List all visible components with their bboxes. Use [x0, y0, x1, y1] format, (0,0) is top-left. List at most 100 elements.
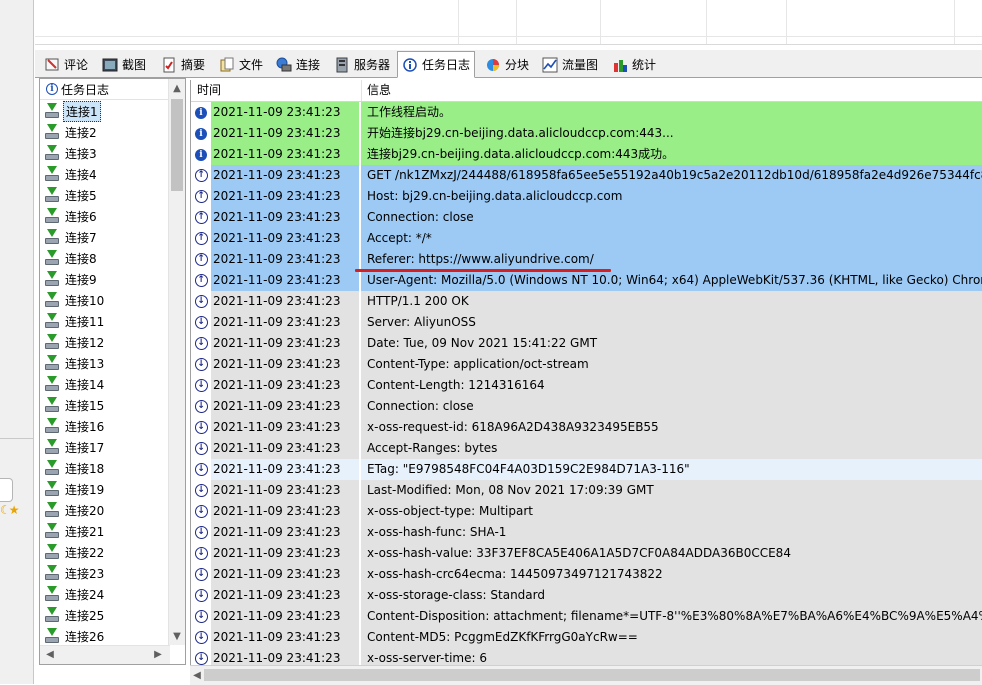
table-row[interactable]: ↓ 2021-11-09 23:41:23 Content-MD5: PcggmEd… — [191, 627, 982, 648]
left-pane-control[interactable] — [0, 478, 13, 502]
tree-item-connection[interactable]: 连接18 — [44, 458, 106, 478]
tree-item-connection[interactable]: 连接22 — [44, 542, 106, 562]
tree-item-label: 连接23 — [65, 566, 105, 581]
tree-header[interactable]: i 任务日志 — [40, 79, 185, 100]
row-icon-cell: ↑ — [191, 207, 211, 228]
tree-item-connection[interactable]: 连接26 — [44, 626, 106, 646]
tab-label: 评论 — [64, 58, 89, 72]
scrollbar-thumb[interactable] — [171, 99, 183, 191]
tree-item-connection[interactable]: 连接16 — [44, 416, 106, 436]
tree-vertical-scrollbar[interactable]: ▲ ▼ — [168, 79, 185, 645]
tab-servers[interactable]: 服务器 — [329, 53, 395, 76]
tree-item-connection[interactable]: 连接14 — [44, 374, 106, 394]
tree-item-connection[interactable]: 连接21 — [44, 521, 106, 541]
message-cell: Date: Tue, 09 Nov 2021 15:41:22 GMT — [361, 333, 982, 354]
message-cell: x-oss-storage-class: Standard — [361, 585, 982, 606]
scroll-right-icon[interactable]: ▶ — [150, 646, 166, 664]
table-row[interactable]: ↓ 2021-11-09 23:41:23 Date: Tue, 09 Nov 20… — [191, 333, 982, 354]
table-row[interactable]: i 2021-11-09 23:41:23 工作线程启动。 — [191, 102, 982, 123]
table-row[interactable]: i 2021-11-09 23:41:23 开始连接bj29.cn-beijing.… — [191, 123, 982, 144]
table-row[interactable]: i 2021-11-09 23:41:23 连接bj29.cn-beijing.da… — [191, 144, 982, 165]
tree-item-connection[interactable]: 连接1 — [44, 100, 101, 122]
table-row[interactable]: ↓ 2021-11-09 23:41:23 x-oss-hash-crc64ecma… — [191, 564, 982, 585]
tab-screenshot[interactable]: 截图 — [97, 53, 151, 76]
tab-task-log[interactable]: 任务日志 — [397, 51, 476, 78]
tab-statistics[interactable]: 统计 — [607, 53, 661, 76]
message-cell: User-Agent: Mozilla/5.0 (Windows NT 10.0… — [361, 270, 982, 291]
table-row[interactable]: ↓ 2021-11-09 23:41:23 HTTP/1.1 200 OK — [191, 291, 982, 312]
row-icon-cell: ↓ — [191, 333, 211, 354]
grid-horizontal-scrollbar[interactable]: ◀ — [190, 665, 982, 685]
connection-tree[interactable]: i 任务日志 连接1 连接2 连接3 连接4 连接5 连接6 连接7 连接8 连接9 连接10 连接… — [39, 78, 186, 665]
tree-horizontal-scrollbar[interactable]: ◀ ▶ — [40, 645, 170, 664]
table-row[interactable]: ↓ 2021-11-09 23:41:23 x-oss-server-time: 6 — [191, 648, 982, 665]
tree-item-connection[interactable]: 连接12 — [44, 332, 106, 352]
tree-item-connection[interactable]: 连接13 — [44, 353, 106, 373]
tree-item-label: 连接7 — [65, 230, 97, 245]
tree-item-connection[interactable]: 连接19 — [44, 479, 106, 499]
table-row[interactable]: ↓ 2021-11-09 23:41:23 x-oss-object-type: M… — [191, 501, 982, 522]
download-list-area — [35, 0, 982, 45]
row-icon-cell: ↓ — [191, 396, 211, 417]
column-header-time[interactable]: 时间 — [191, 80, 362, 101]
table-row[interactable]: ↓ 2021-11-09 23:41:23 Content-Type: applic… — [191, 354, 982, 375]
table-row[interactable]: ↓ 2021-11-09 23:41:23 x-oss-hash-func: SHA… — [191, 522, 982, 543]
tree-item-connection[interactable]: 连接25 — [44, 605, 106, 625]
download-icon — [44, 208, 60, 224]
tree-item-connection[interactable]: 连接2 — [44, 122, 99, 142]
tab-comments[interactable]: 评论 — [39, 53, 93, 76]
table-row[interactable]: ↓ 2021-11-09 23:41:23 Server: AliyunOSS — [191, 312, 982, 333]
tree-item-connection[interactable]: 连接5 — [44, 185, 99, 205]
tree-item-connection[interactable]: 连接24 — [44, 584, 106, 604]
tab-traffic-chart[interactable]: 流量图 — [537, 53, 603, 76]
tab-summary[interactable]: 摘要 — [156, 53, 210, 76]
table-row[interactable]: ↓ 2021-11-09 23:41:23 Connection: close — [191, 396, 982, 417]
tab-files[interactable]: 文件 — [214, 53, 268, 76]
table-row[interactable]: ↓ 2021-11-09 23:41:23 Last-Modified: Mon, … — [191, 480, 982, 501]
table-row[interactable]: ↑ 2021-11-09 23:41:23 Host: bj29.cn-beijin… — [191, 186, 982, 207]
tree-item-connection[interactable]: 连接6 — [44, 206, 99, 226]
table-row[interactable]: ↑ 2021-11-09 23:41:23 Connection: close — [191, 207, 982, 228]
tree-item-label: 连接21 — [65, 524, 105, 539]
tree-item-connection[interactable]: 连接8 — [44, 248, 99, 268]
table-row[interactable]: ↑ 2021-11-09 23:41:23 Referer: https://www… — [191, 249, 982, 270]
download-icon — [44, 565, 60, 581]
tree-item-connection[interactable]: 连接7 — [44, 227, 99, 247]
scroll-up-icon[interactable]: ▲ — [169, 81, 185, 97]
tree-item-connection[interactable]: 连接20 — [44, 500, 106, 520]
tab-bar: 评论 截图 摘要 文件 连接 服务器 任务日志 分块 流量图 统计 — [35, 50, 982, 78]
table-row[interactable]: ↓ 2021-11-09 23:41:23 x-oss-storage-class:… — [191, 585, 982, 606]
column-header-info[interactable]: 信息 — [361, 80, 982, 101]
tree-item-connection[interactable]: 连接9 — [44, 269, 99, 289]
table-row[interactable]: ↓ 2021-11-09 23:41:23 Content-Disposition:… — [191, 606, 982, 627]
table-row[interactable]: ↓ 2021-11-09 23:41:23 ETag: "E9798548FC04F… — [191, 459, 982, 480]
left-pane-divider — [0, 438, 33, 439]
tree-item-connection[interactable]: 连接3 — [44, 143, 99, 163]
row-icon-cell: ↓ — [191, 354, 211, 375]
download-icon — [44, 460, 60, 476]
download-icon — [44, 187, 60, 203]
tree-item-connection[interactable]: 连接17 — [44, 437, 106, 457]
tree-item-connection[interactable]: 连接10 — [44, 290, 106, 310]
tab-chunks[interactable]: 分块 — [480, 53, 534, 76]
message-cell: x-oss-hash-value: 33F37EF8CA5E406A1A5D7C… — [361, 543, 982, 564]
table-row[interactable]: ↓ 2021-11-09 23:41:23 x-oss-request-id: 61… — [191, 417, 982, 438]
scroll-left-icon[interactable]: ◀ — [42, 646, 58, 664]
tree-item-connection[interactable]: 连接15 — [44, 395, 106, 415]
tree-item-connection[interactable]: 连接4 — [44, 164, 99, 184]
table-row[interactable]: ↓ 2021-11-09 23:41:23 Content-Length: 1214… — [191, 375, 982, 396]
task-log-grid[interactable]: 时间 信息 i 2021-11-09 23:41:23 工作线程启动。 i 2021-1… — [190, 80, 982, 665]
scrollbar-thumb[interactable] — [204, 669, 980, 681]
tree-item-connection[interactable]: 连接11 — [44, 311, 106, 331]
download-arrow-icon: ↓ — [194, 589, 208, 602]
table-row[interactable]: ↑ 2021-11-09 23:41:23 GET /nk1ZMxzJ/244488… — [191, 165, 982, 186]
scroll-down-icon[interactable]: ▼ — [169, 629, 185, 645]
tree-item-connection[interactable]: 连接23 — [44, 563, 106, 583]
table-row[interactable]: ↓ 2021-11-09 23:41:23 x-oss-hash-value: 33… — [191, 543, 982, 564]
table-row[interactable]: ↑ 2021-11-09 23:41:23 Accept: */* — [191, 228, 982, 249]
table-row[interactable]: ↑ 2021-11-09 23:41:23 User-Agent: Mozilla/… — [191, 270, 982, 291]
tab-connections[interactable]: 连接 — [271, 53, 325, 76]
scroll-left-icon[interactable]: ◀ — [190, 666, 204, 685]
table-row[interactable]: ↓ 2021-11-09 23:41:23 Accept-Ranges: bytes — [191, 438, 982, 459]
info-icon: i — [195, 148, 207, 161]
